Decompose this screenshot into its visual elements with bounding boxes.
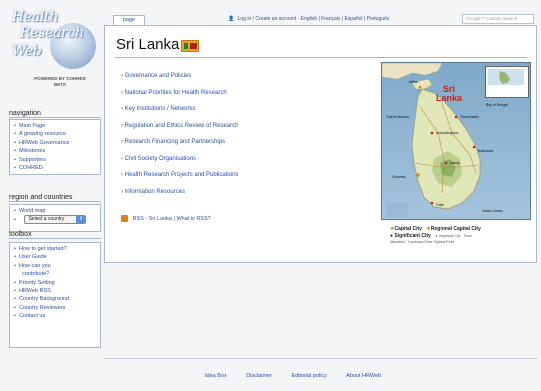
beta-text: BETA [54, 82, 66, 87]
legend-important: Important City · Town [438, 233, 472, 238]
toolbox-item-country-background[interactable]: Country Background [14, 295, 96, 303]
topic-link-projects[interactable]: Health Research Projects and Publication… [121, 167, 239, 184]
footer-link-disclaimer[interactable]: Disclaimer [246, 373, 272, 379]
footer-link-about-hrweb[interactable]: About HRWeb [346, 373, 381, 379]
nav-item-main-page[interactable]: Main Page [14, 122, 96, 130]
topic-link-civil-society[interactable]: Civil Society Organisations [121, 151, 238, 168]
site-logo[interactable]: Health Research Web POWERED BY COHRED BE… [8, 7, 100, 95]
language-links[interactable]: English | Français | Español | Português [301, 16, 390, 22]
rss-icon [121, 215, 128, 222]
mini-map-icon [488, 69, 524, 85]
toolbox-item-contribute-cont[interactable]: contribute? [14, 270, 96, 278]
nav-item-cohred[interactable]: COHRED [14, 164, 96, 172]
logo-powered-by: POWERED BY COHRED BETA [22, 76, 98, 88]
map-legend-row-3: Attraction · Landmark River Highest Poin… [390, 240, 455, 244]
country-select-row: Select a country ⇕ [14, 215, 96, 225]
regions-box: World map Select a country ⇕ [9, 204, 101, 232]
country-map[interactable]: SRI LANKA Sri Lanka Jaffna Trincomalee A… [381, 62, 531, 220]
topic-link-financing[interactable]: Research Financing and Partnerships [121, 134, 238, 151]
nav-item-hrweb-governance[interactable]: HRWeb Governance [14, 139, 96, 147]
map-inset-box: SRI LANKA [485, 66, 529, 98]
login-link[interactable]: Log in / Create an account [238, 16, 297, 22]
toolbox-item-contact-us[interactable]: Contact us [14, 312, 96, 320]
topic-link-regulation[interactable]: Regulation and Ethics Review of Research [121, 118, 239, 135]
map-label-colombo: Colombo [392, 175, 407, 179]
topic-link-information[interactable]: Information Resources [121, 184, 238, 201]
footer-links: Idea Box Disclaimer Editorial policy Abo… [205, 373, 399, 379]
nav-item-world-map[interactable]: World map [14, 207, 96, 215]
personal-tools: 👤 Log in / Create an account · English |… [228, 14, 458, 24]
topic-link-institutions[interactable]: Key Institutions / Networks [121, 101, 238, 118]
important-dot-icon: ● [435, 233, 438, 238]
sri-lanka-flag-icon [181, 40, 199, 52]
topic-link-priorities[interactable]: National Priorities for Health Research [121, 85, 238, 102]
toolbox-heading: toolbox [9, 231, 101, 239]
map-label-kandy: Kandy [450, 161, 460, 165]
toolbox-item-country-reviewers[interactable]: Country Reviewers [14, 304, 96, 312]
chevron-down-icon: ⇕ [76, 216, 86, 224]
map-legend: ★Capital City ★Regional Capital City ● S… [390, 226, 540, 246]
footer-divider [104, 358, 537, 359]
map-label-bay-of-bengal: Bay of Bengal [486, 103, 508, 107]
nav-item-growing-resource[interactable]: A growing resource [14, 130, 96, 138]
topic-link-governance[interactable]: Governance and Policies [121, 68, 238, 85]
logo-line-2: Research [20, 25, 84, 41]
navigation-heading: navigation [9, 110, 101, 118]
topic-list: Governance and Policies National Priorit… [121, 68, 239, 201]
map-label-jaffna: Jaffna [408, 80, 418, 84]
search-input[interactable]: Google™ Custom Search [462, 14, 534, 24]
significant-dot-icon: ● [390, 232, 394, 239]
map-title-line-2: Lanka [436, 93, 463, 103]
legend-significant: Significant City [394, 232, 431, 239]
map-label-trincomalee: Trincomalee [460, 115, 480, 119]
toolbox-item-user-guide[interactable]: User Guide [14, 253, 96, 261]
country-select[interactable]: Select a country ⇕ [24, 215, 87, 225]
title-divider [115, 57, 527, 58]
logo-line-3: Web [12, 43, 42, 59]
user-icon: 👤 [228, 16, 235, 22]
logo-line-1: Health [12, 9, 59, 25]
rss-link[interactable]: RSS - Sri Lanka | What is RSS? [121, 215, 211, 222]
nav-item-milestones[interactable]: Milestones [14, 147, 96, 155]
footer-link-editorial-policy[interactable]: Editorial policy [291, 373, 326, 379]
toolbox-item-contribute[interactable]: How can you [14, 262, 96, 270]
toolbox-item-get-started[interactable]: How to get started? [14, 245, 96, 253]
map-label-anuradhapura: Anuradhapura [436, 131, 459, 135]
toolbox-item-hrweb-rss[interactable]: HRWeb RSS [14, 287, 96, 295]
map-label-indian-ocean: Indian Ocean [482, 209, 503, 213]
toolbox-box: How to get started? User Guide How can y… [9, 242, 101, 348]
rss-link-text: RSS - Sri Lanka | What is RSS? [132, 215, 211, 222]
tab-page[interactable]: page [113, 15, 145, 25]
navigation-box: Main Page A growing resource HRWeb Gover… [9, 119, 101, 175]
country-select-value: Select a country [28, 216, 65, 223]
page-title: Sri Lanka [116, 36, 180, 53]
nav-item-supporters[interactable]: Supporters [14, 156, 96, 164]
legend-capital: Capital City [394, 226, 422, 232]
map-label-gulf-of-mannar: Gulf of Mannar [386, 115, 410, 119]
regions-heading: region and countries [9, 194, 101, 202]
footer-link-idea-box[interactable]: Idea Box [205, 373, 227, 379]
legend-regional: Regional Capital City [430, 226, 481, 232]
map-label-batticaloa: Batticaloa [478, 149, 494, 153]
map-country-title: Sri Lanka [436, 85, 462, 103]
toolbox-item-priority-setting[interactable]: Priority Setting [14, 279, 96, 287]
map-label-galle: Galle [436, 203, 445, 207]
